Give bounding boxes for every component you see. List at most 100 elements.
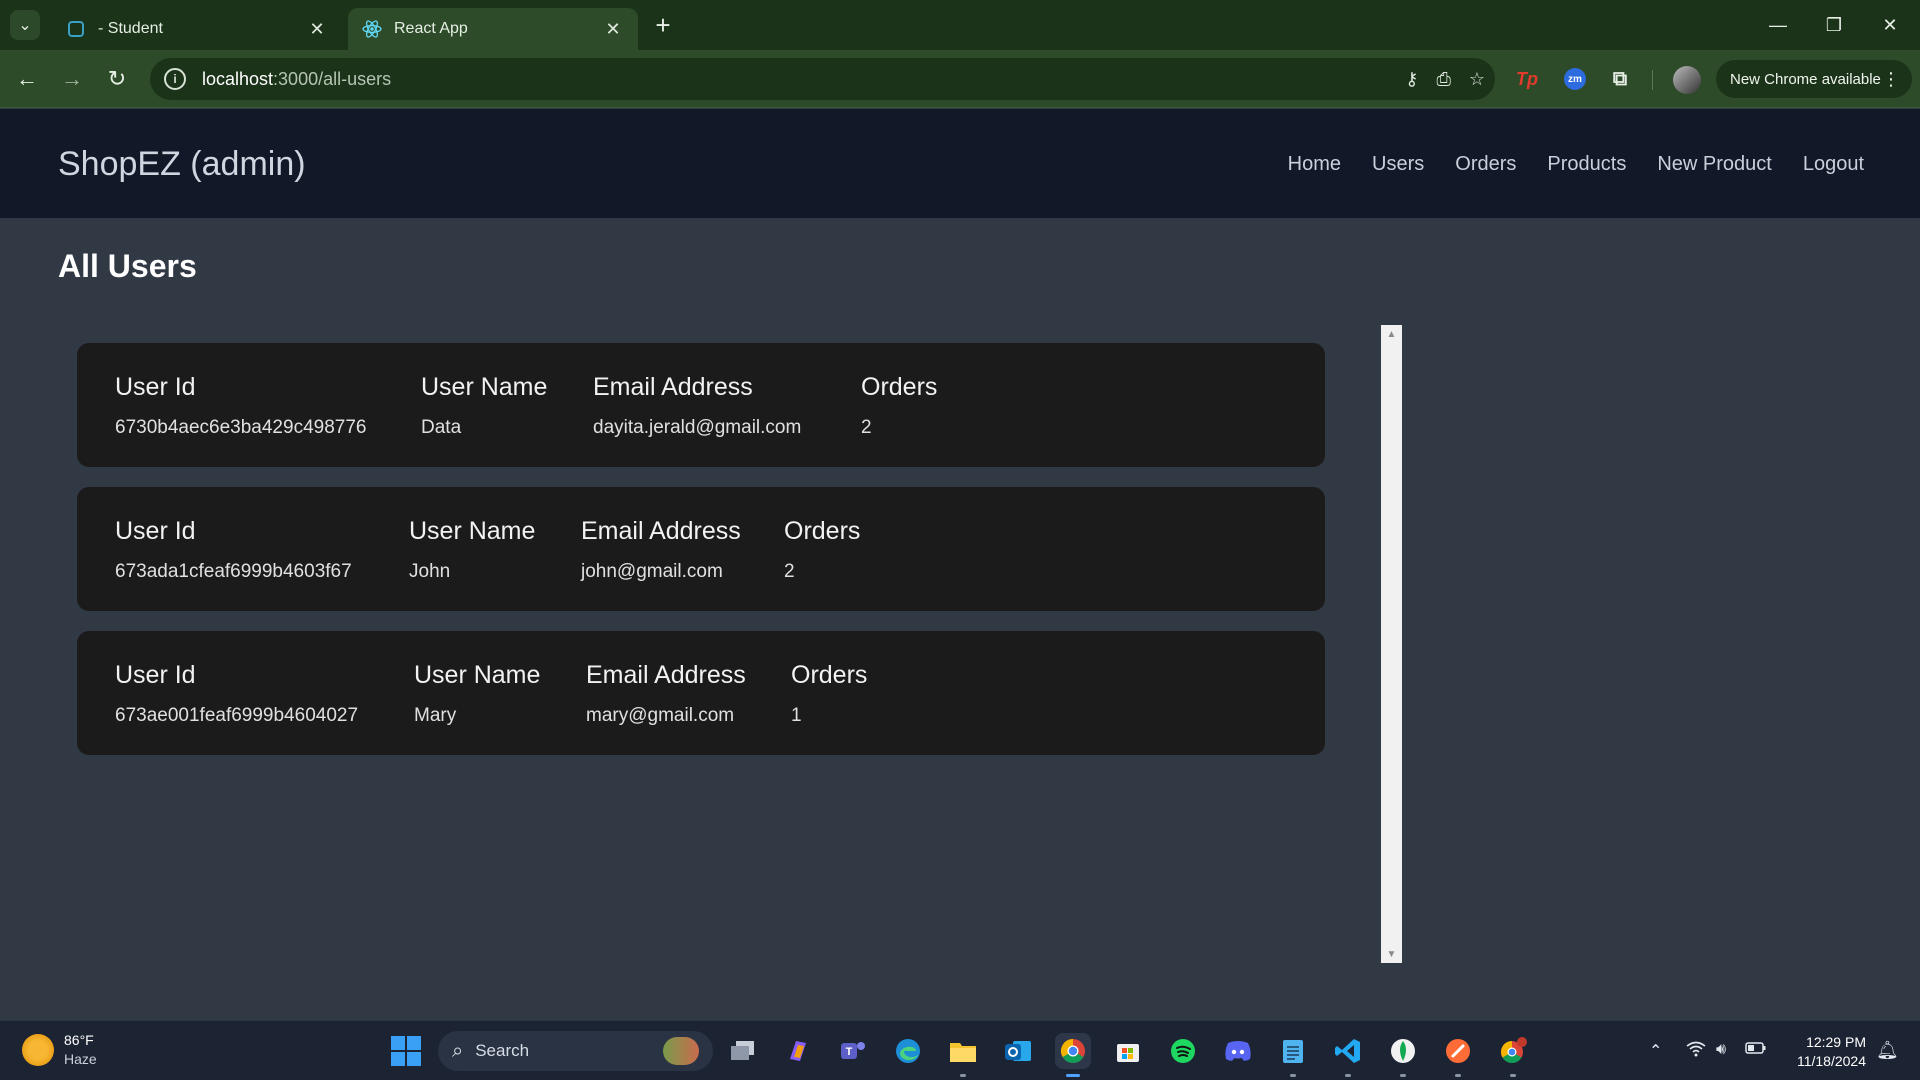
chrome-profile-icon[interactable] <box>1495 1033 1531 1077</box>
show-hidden-icons-chevron-icon[interactable]: ⌃ <box>1649 1041 1662 1061</box>
column-header: Orders <box>784 517 861 545</box>
chrome-update-button[interactable]: New Chrome available ⋮ <box>1716 60 1912 98</box>
task-view-icon[interactable] <box>725 1033 761 1069</box>
discord-icon[interactable] <box>1220 1033 1256 1069</box>
app-navbar: ShopEZ (admin) Home Users Orders Product… <box>0 109 1920 218</box>
extension-tp-icon[interactable]: Tp <box>1512 64 1542 94</box>
column-header: Email Address <box>586 661 746 689</box>
scroll-down-arrow-icon[interactable]: ▼ <box>1381 945 1402 963</box>
nav-home[interactable]: Home <box>1288 153 1341 176</box>
orders-column: Orders 2 <box>784 517 860 583</box>
nav-products[interactable]: Products <box>1547 153 1626 176</box>
column-header: Email Address <box>581 517 741 545</box>
notepad-icon[interactable] <box>1275 1033 1311 1077</box>
reload-button[interactable]: ↻ <box>100 62 134 96</box>
restore-icon: ❐ <box>1825 14 1843 35</box>
vscode-icon[interactable] <box>1330 1033 1366 1077</box>
site-info-icon[interactable]: i <box>164 68 186 90</box>
close-window-button[interactable]: ✕ <box>1862 0 1918 50</box>
new-tab-button[interactable]: + <box>648 10 678 40</box>
column-header: User Name <box>409 517 536 545</box>
browser-tab-student[interactable]: - Student ✕ <box>52 8 342 50</box>
back-button[interactable]: ← <box>10 62 44 96</box>
close-icon[interactable]: ✕ <box>602 18 624 40</box>
more-menu-icon[interactable]: ⋮ <box>1882 69 1900 90</box>
weather-widget[interactable]: 86°F Haze <box>22 1031 97 1069</box>
user-name-value: John <box>409 561 451 582</box>
chrome-icon[interactable] <box>1055 1033 1091 1077</box>
postman-icon[interactable] <box>1440 1033 1476 1077</box>
nav-users[interactable]: Users <box>1372 153 1424 176</box>
chevron-down-icon: ⌄ <box>18 17 32 34</box>
install-app-icon[interactable]: ⎙ <box>1436 69 1450 90</box>
wifi-icon[interactable] <box>1686 1041 1706 1062</box>
teams-icon[interactable]: T <box>835 1033 871 1069</box>
extension-zoom-icon[interactable]: zm <box>1560 64 1590 94</box>
column-header: User Id <box>115 373 196 401</box>
user-id-value: 673ada1cfeaf6999b4603f67 <box>115 561 352 582</box>
user-name-column: User Name Mary <box>414 661 540 727</box>
column-header: User Name <box>421 373 548 401</box>
mongodb-compass-icon[interactable] <box>1385 1033 1421 1077</box>
nav-logout[interactable]: Logout <box>1803 153 1864 176</box>
column-header: User Id <box>115 661 196 689</box>
forward-button[interactable]: → <box>55 62 89 96</box>
edge-browser-icon[interactable] <box>890 1033 926 1069</box>
arrow-right-icon: → <box>61 66 83 91</box>
search-icon: ⌕ <box>452 1039 464 1062</box>
address-bar[interactable]: i localhost:3000/all-users ⚷ ⎙ ☆ <box>150 58 1495 100</box>
orders-value: 2 <box>784 561 795 582</box>
url-host: localhost <box>202 68 274 89</box>
user-name-value: Data <box>421 417 462 438</box>
password-key-icon[interactable]: ⚷ <box>1405 69 1418 90</box>
vertical-scrollbar[interactable]: ▲ ▼ <box>1381 325 1402 963</box>
copilot-icon[interactable] <box>780 1033 816 1069</box>
microsoft-store-icon[interactable] <box>1110 1033 1146 1069</box>
user-name-column: User Name John <box>409 517 535 583</box>
page-title: All Users <box>58 248 197 284</box>
volume-icon[interactable]: 🔊︎ <box>1716 1041 1726 1059</box>
weather-description: Haze <box>64 1051 97 1067</box>
search-highlight-icon <box>663 1037 699 1065</box>
restore-button[interactable]: ❐ <box>1806 0 1862 50</box>
toolbar-divider <box>1652 70 1653 90</box>
email-value: john@gmail.com <box>581 561 723 582</box>
notification-bell-icon[interactable]: 🔔︎ <box>1876 1040 1899 1061</box>
profile-avatar[interactable] <box>1673 66 1701 94</box>
spotify-icon[interactable] <box>1165 1033 1201 1069</box>
clock-time: 12:29 PM <box>1806 1034 1866 1050</box>
email-column: Email Address mary@gmail.com <box>586 661 746 727</box>
page-favicon-icon <box>66 19 86 39</box>
bookmark-star-icon[interactable]: ☆ <box>1469 69 1485 90</box>
reload-icon: ↻ <box>107 66 127 91</box>
user-id-value: 6730b4aec6e3ba429c498776 <box>115 417 367 438</box>
url-text[interactable]: localhost:3000/all-users <box>202 69 391 90</box>
orders-value: 2 <box>861 417 872 438</box>
user-id-value: 673ae001feaf6999b4604027 <box>115 705 359 726</box>
system-clock[interactable]: 12:29 PM 11/18/2024 <box>1780 1033 1866 1071</box>
tab-search-button[interactable]: ⌄ <box>10 10 40 40</box>
email-column: Email Address john@gmail.com <box>581 517 741 583</box>
battery-icon[interactable] <box>1745 1041 1767 1060</box>
browser-tab-react-app[interactable]: React App ✕ <box>348 8 638 50</box>
email-value: dayita.jerald@gmail.com <box>593 417 802 438</box>
taskbar-search-box[interactable]: ⌕ Search <box>438 1031 713 1071</box>
outlook-icon[interactable] <box>1000 1033 1036 1069</box>
nav-new-product[interactable]: New Product <box>1657 153 1772 176</box>
column-header: User Name <box>414 661 541 689</box>
user-list: User Id 6730b4aec6e3ba429c498776 User Na… <box>77 343 1325 775</box>
arrow-left-icon: ← <box>16 66 38 91</box>
nav-orders[interactable]: Orders <box>1455 153 1516 176</box>
browser-toolbar: ← → ↻ i localhost:3000/all-users ⚷ ⎙ ☆ T… <box>0 50 1920 108</box>
url-path: :3000/all-users <box>273 68 392 89</box>
minimize-button[interactable]: — <box>1750 0 1806 50</box>
user-id-column: User Id 673ada1cfeaf6999b4603f67 <box>115 517 352 583</box>
windows-start-icon[interactable] <box>391 1036 421 1066</box>
scroll-up-arrow-icon[interactable]: ▲ <box>1381 325 1402 343</box>
close-icon[interactable]: ✕ <box>306 18 328 40</box>
extensions-puzzle-icon[interactable]: ⧉ <box>1605 64 1635 94</box>
react-favicon-icon <box>362 19 382 39</box>
brand-title[interactable]: ShopEZ (admin) <box>58 145 306 184</box>
file-explorer-icon[interactable] <box>945 1033 981 1077</box>
nav-links: Home Users Orders Products New Product L… <box>1288 153 1864 176</box>
